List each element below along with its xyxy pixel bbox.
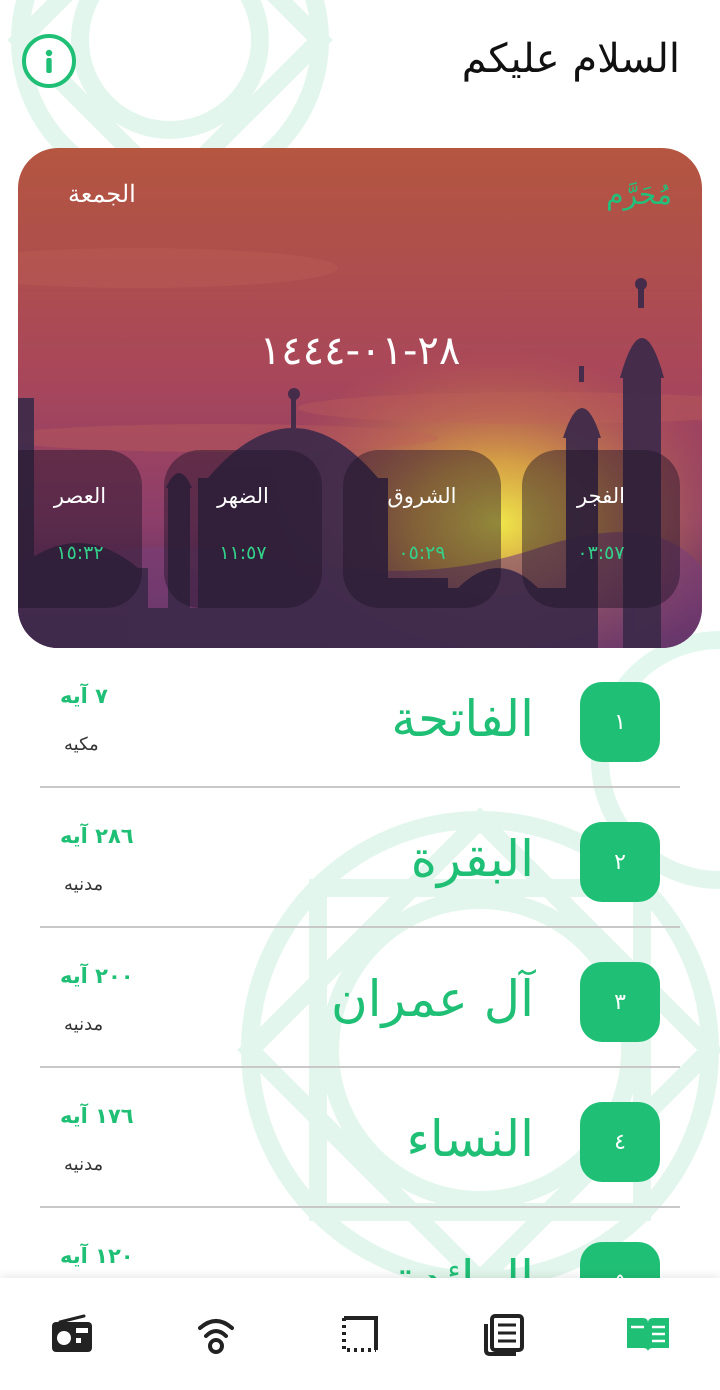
- info-icon: [45, 49, 53, 73]
- surah-row-3[interactable]: ٣ آل عمران ٢٠٠ آيه مدنيه: [40, 928, 680, 1068]
- greeting-title: السلام عليكم: [461, 36, 680, 82]
- surah-ayah-count: ٢٨٦ آيه: [60, 824, 134, 848]
- newspaper-icon: [484, 1314, 524, 1356]
- surah-row-2[interactable]: ٢ البقرة ٢٨٦ آيه مدنيه: [40, 788, 680, 928]
- surah-revelation-type: مكيه: [64, 734, 99, 755]
- surah-name-calligraphy: المائدة: [394, 1234, 534, 1278]
- surah-revelation-type: مدنيه: [64, 1014, 104, 1035]
- surah-row-1[interactable]: ١ الفاتحة ٧ آيه مكيه: [40, 648, 680, 788]
- weekday-label: الجمعة: [68, 180, 136, 208]
- prayer-name: الشروق: [387, 484, 457, 508]
- radio-icon: [52, 1314, 92, 1352]
- surah-name-calligraphy: آل عمران: [330, 970, 534, 1028]
- crop-icon: [342, 1316, 378, 1352]
- prayer-time: ١١:٥٧: [219, 542, 267, 564]
- prayer-time: ٠٣:٥٧: [577, 542, 625, 564]
- surah-ayah-count: ١٢٠ آيه: [60, 1244, 134, 1268]
- surah-ayah-count: ١٧٦ آيه: [60, 1104, 134, 1128]
- app-header: السلام عليكم: [0, 0, 720, 130]
- surah-number-badge: ١: [580, 682, 660, 762]
- surah-list: ١ الفاتحة ٧ آيه مكيه ٢ البقرة ٢٨٦ آيه مد…: [0, 648, 720, 1278]
- prayer-time: ١٥:٣٢: [56, 542, 104, 564]
- surah-ayah-count: ٧ آيه: [60, 684, 108, 708]
- info-button[interactable]: [22, 34, 76, 88]
- surah-row-4[interactable]: ٤ النساء ١٧٦ آيه مدنيه: [40, 1068, 680, 1208]
- surah-number-badge: ٢: [580, 822, 660, 902]
- nav-live-stream[interactable]: [192, 1310, 240, 1358]
- prayer-name: العصر: [53, 484, 107, 508]
- bottom-navigation: [0, 1278, 720, 1390]
- surah-number-badge: ٤: [580, 1102, 660, 1182]
- prayer-time: ٠٥:٢٩: [398, 542, 446, 564]
- hijri-month: مُحَرَّم: [606, 178, 672, 211]
- surah-ayah-count: ٢٠٠ آيه: [60, 964, 134, 988]
- surah-name-calligraphy: البقرة: [410, 830, 534, 888]
- surah-number-badge: ٣: [580, 962, 660, 1042]
- wireless-icon: [198, 1319, 234, 1354]
- prayer-card-fajr[interactable]: الفجر ٠٣:٥٧: [522, 450, 680, 608]
- prayer-card-asr[interactable]: العصر ١٥:٣٢: [18, 450, 142, 608]
- nav-articles[interactable]: [480, 1310, 528, 1358]
- surah-row-5[interactable]: ٥ المائدة ١٢٠ آيه مدنيه: [40, 1208, 680, 1278]
- hijri-date: ٢٨-٠١-١٤٤٤: [259, 328, 461, 374]
- nav-frame[interactable]: [336, 1310, 384, 1358]
- surah-name-calligraphy: النساء: [406, 1110, 534, 1168]
- prayer-card-sunrise[interactable]: الشروق ٠٥:٢٩: [343, 450, 501, 608]
- prayer-name: الضهر: [217, 484, 269, 508]
- quran-book-icon: [627, 1318, 669, 1352]
- nav-quran[interactable]: [624, 1310, 672, 1358]
- surah-number-badge: ٥: [580, 1242, 660, 1278]
- prayer-name: الفجر: [577, 484, 625, 508]
- prayer-card-dhuhr[interactable]: الضهر ١١:٥٧: [164, 450, 322, 608]
- surah-revelation-type: مدنيه: [64, 1154, 104, 1175]
- surah-name-calligraphy: الفاتحة: [391, 690, 534, 748]
- nav-radio[interactable]: [48, 1310, 96, 1358]
- surah-revelation-type: مدنيه: [64, 874, 104, 895]
